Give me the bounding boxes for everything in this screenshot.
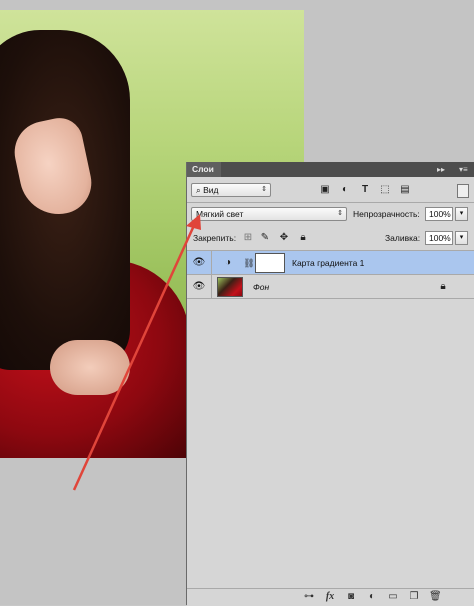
annotation-arrow-head [186, 214, 201, 230]
annotation-arrow [72, 214, 201, 491]
annotation-arrow-line [72, 220, 198, 491]
